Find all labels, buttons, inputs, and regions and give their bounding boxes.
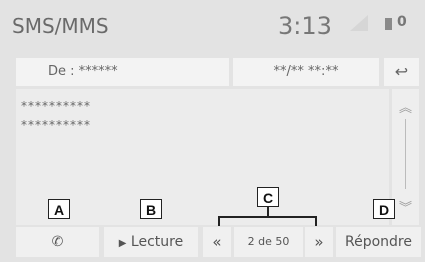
back-button[interactable]: ↩ xyxy=(384,58,419,86)
callout-b: B xyxy=(140,199,162,219)
callout-c-left-tick xyxy=(218,216,220,226)
previous-message-button[interactable]: « xyxy=(203,227,231,257)
callout-a: A xyxy=(48,199,70,219)
callout-c-bracket xyxy=(218,216,316,218)
reply-button[interactable]: Répondre xyxy=(336,227,421,257)
status-count: 0 xyxy=(397,14,407,30)
callout-c: C xyxy=(257,187,279,207)
message-body: ********** ********** xyxy=(16,89,389,225)
next-message-button[interactable]: » xyxy=(305,227,333,257)
page-indicator: 2 de 50 xyxy=(234,227,303,257)
battery-icon xyxy=(385,18,392,30)
play-label: Lecture xyxy=(130,234,184,250)
scroll-down-icon[interactable]: ︾ xyxy=(399,197,412,216)
message-line: ********** xyxy=(21,118,91,132)
callout-d: D xyxy=(373,199,395,219)
scrollbar[interactable]: ︽ ︾ xyxy=(392,89,419,225)
scroll-track[interactable] xyxy=(405,119,406,189)
play-button[interactable]: ▶ Lecture xyxy=(104,227,198,257)
sender-label: De : ****** xyxy=(48,64,118,79)
scroll-up-icon[interactable]: ︽ xyxy=(399,97,412,116)
screen-title: SMS/MMS xyxy=(12,14,109,38)
play-icon: ▶ xyxy=(118,238,127,249)
clock: 3:13 xyxy=(278,12,332,40)
back-icon: ↩ xyxy=(394,62,409,81)
signal-icon xyxy=(350,15,368,31)
date-field: **/** **:** xyxy=(233,58,379,86)
sender-field: De : ****** xyxy=(16,58,229,86)
call-button[interactable]: ✆ xyxy=(16,227,99,257)
phone-icon: ✆ xyxy=(51,234,64,250)
message-line: ********** xyxy=(21,99,91,113)
callout-c-stem xyxy=(267,207,269,216)
callout-c-right-tick xyxy=(315,216,317,226)
